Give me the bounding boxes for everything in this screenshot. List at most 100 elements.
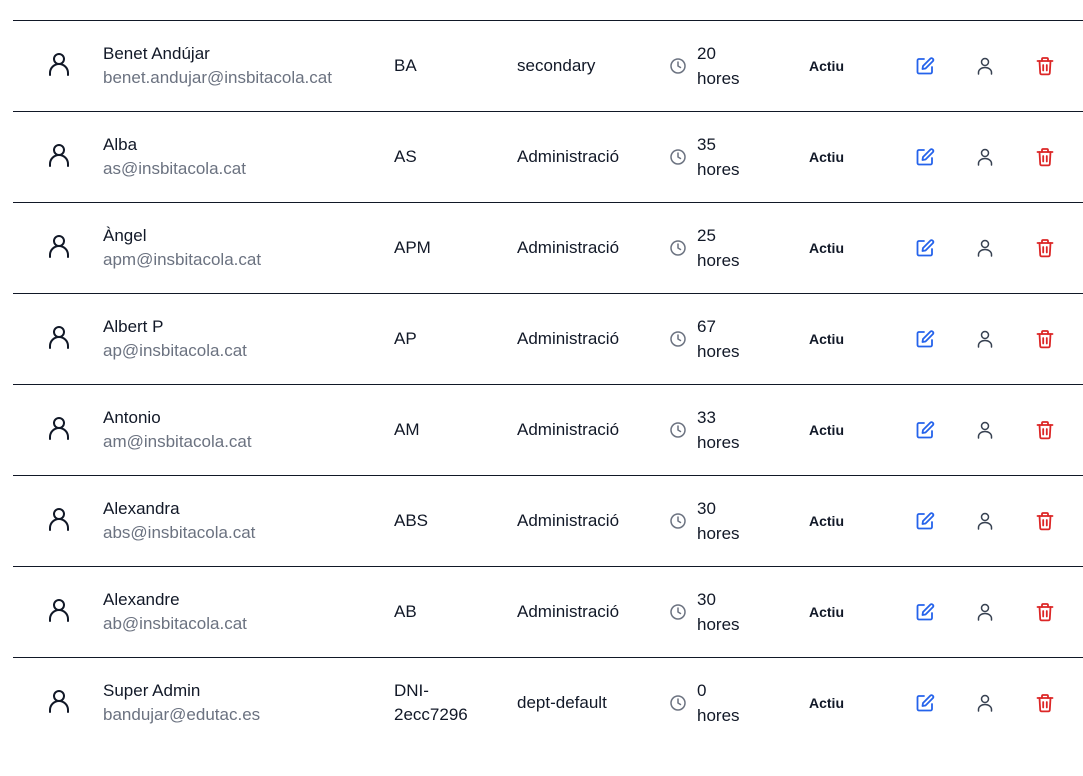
user-email: ab@insbitacola.cat (103, 614, 247, 633)
user-hours: 25 hores (669, 203, 779, 293)
delete-button[interactable] (1033, 294, 1057, 384)
user-code-text: AP (394, 329, 417, 348)
trash-icon[interactable] (1036, 238, 1054, 258)
user-avatar-icon (48, 598, 70, 627)
view-user-button[interactable] (973, 21, 997, 111)
status-badge: Actiu (809, 422, 844, 438)
trash-icon[interactable] (1036, 602, 1054, 622)
table-row: Super Admin bandujar@edutac.es DNI- 2ecc… (13, 657, 1083, 748)
user-code: APM (394, 203, 504, 293)
table-row: Alexandre ab@insbitacola.cat AB Administ… (13, 566, 1083, 657)
status-badge: Actiu (809, 240, 844, 256)
edit-icon[interactable] (915, 238, 935, 258)
view-user-button[interactable] (973, 112, 997, 202)
user-icon[interactable] (977, 57, 993, 75)
user-code-text: AS (394, 147, 417, 166)
edit-button[interactable] (913, 658, 937, 748)
edit-icon[interactable] (915, 602, 935, 622)
delete-button[interactable] (1033, 476, 1057, 566)
hours-text: 33 hores (697, 405, 740, 455)
user-identity: Alba as@insbitacola.cat (103, 112, 383, 202)
avatar (47, 203, 71, 293)
trash-icon[interactable] (1036, 420, 1054, 440)
trash-icon[interactable] (1036, 693, 1054, 713)
user-icon[interactable] (977, 148, 993, 166)
hours-unit: hores (697, 69, 740, 88)
edit-button[interactable] (913, 294, 937, 384)
user-identity: Alexandre ab@insbitacola.cat (103, 567, 383, 657)
view-user-button[interactable] (973, 658, 997, 748)
hours-value: 25 (697, 226, 716, 245)
user-code-text: BA (394, 56, 417, 75)
hours-value: 67 (697, 317, 716, 336)
user-icon[interactable] (977, 603, 993, 621)
edit-icon[interactable] (915, 329, 935, 349)
edit-button[interactable] (913, 567, 937, 657)
user-avatar-icon (48, 52, 70, 81)
user-hours: 30 hores (669, 567, 779, 657)
delete-button[interactable] (1033, 567, 1057, 657)
edit-button[interactable] (913, 385, 937, 475)
edit-button[interactable] (913, 203, 937, 293)
status-badge: Actiu (809, 695, 844, 711)
trash-icon[interactable] (1036, 56, 1054, 76)
user-icon[interactable] (977, 421, 993, 439)
hours-unit: hores (697, 160, 740, 179)
clock-icon (669, 239, 687, 257)
edit-button[interactable] (913, 112, 937, 202)
delete-button[interactable] (1033, 21, 1057, 111)
edit-button[interactable] (913, 476, 937, 566)
status-badge: Actiu (809, 513, 844, 529)
user-icon[interactable] (977, 512, 993, 530)
edit-icon[interactable] (915, 56, 935, 76)
avatar (47, 658, 71, 748)
view-user-button[interactable] (973, 385, 997, 475)
trash-icon[interactable] (1036, 147, 1054, 167)
hours-value: 30 (697, 590, 716, 609)
view-user-button[interactable] (973, 294, 997, 384)
trash-icon[interactable] (1036, 329, 1054, 349)
user-identity: Àngel apm@insbitacola.cat (103, 203, 383, 293)
hours-text: 35 hores (697, 132, 740, 182)
hours-value: 33 (697, 408, 716, 427)
edit-button[interactable] (913, 21, 937, 111)
user-email: am@insbitacola.cat (103, 432, 252, 451)
user-code-text: ABS (394, 511, 429, 530)
user-code: AP (394, 294, 504, 384)
user-department: Administració (517, 238, 620, 257)
user-hours: 20 hores (669, 21, 779, 111)
status-badge: Actiu (809, 331, 844, 347)
view-user-button[interactable] (973, 567, 997, 657)
user-identity: Super Admin bandujar@edutac.es (103, 658, 383, 748)
delete-button[interactable] (1033, 658, 1057, 748)
edit-icon[interactable] (915, 511, 935, 531)
view-user-button[interactable] (973, 476, 997, 566)
delete-button[interactable] (1033, 385, 1057, 475)
trash-icon[interactable] (1036, 511, 1054, 531)
hours-value: 35 (697, 135, 716, 154)
user-icon[interactable] (977, 694, 993, 712)
user-hours: 30 hores (669, 476, 779, 566)
user-icon[interactable] (977, 330, 993, 348)
avatar (47, 21, 71, 111)
table-row: Antonio am@insbitacola.cat AM Administra… (13, 384, 1083, 475)
clock-icon (669, 421, 687, 439)
hours-value: 30 (697, 499, 716, 518)
user-code: AS (394, 112, 504, 202)
edit-icon[interactable] (915, 693, 935, 713)
user-icon[interactable] (977, 239, 993, 257)
edit-icon[interactable] (915, 147, 935, 167)
user-code: AB (394, 567, 504, 657)
user-identity: Alexandra abs@insbitacola.cat (103, 476, 383, 566)
user-name: Antonio (103, 408, 161, 427)
hours-value: 20 (697, 44, 716, 63)
delete-button[interactable] (1033, 203, 1057, 293)
delete-button[interactable] (1033, 112, 1057, 202)
user-avatar-icon (48, 143, 70, 172)
table-row: Alba as@insbitacola.cat AS Administració… (13, 111, 1083, 202)
status-badge: Actiu (809, 604, 844, 620)
edit-icon[interactable] (915, 420, 935, 440)
user-email: as@insbitacola.cat (103, 159, 246, 178)
clock-icon (669, 148, 687, 166)
view-user-button[interactable] (973, 203, 997, 293)
